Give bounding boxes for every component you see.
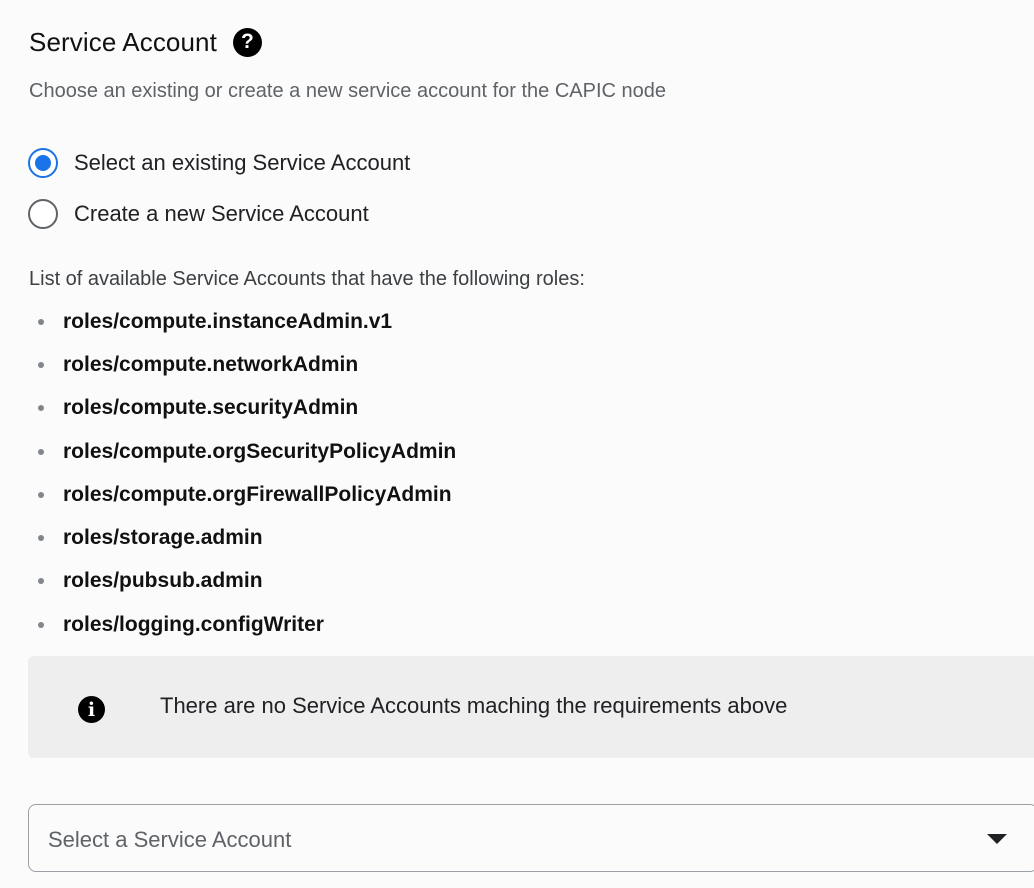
- role-name: roles/compute.networkAdmin: [63, 352, 359, 376]
- bullet-icon: [38, 491, 44, 498]
- bullet-icon: [38, 318, 44, 325]
- service-account-page: Service Account ? Choose an existing or …: [0, 0, 1034, 888]
- list-item: roles/compute.instanceAdmin.v1: [29, 300, 456, 343]
- list-item: roles/compute.orgSecurityPolicyAdmin: [29, 430, 456, 473]
- roles-intro: List of available Service Accounts that …: [29, 268, 585, 290]
- page-title: Service Account: [29, 26, 217, 57]
- list-item: roles/storage.admin: [29, 516, 456, 559]
- role-name: roles/compute.orgSecurityPolicyAdmin: [63, 439, 457, 463]
- roles-list: roles/compute.instanceAdmin.v1 roles/com…: [29, 300, 456, 646]
- bullet-icon: [38, 535, 44, 542]
- bullet-icon: [38, 621, 44, 628]
- radio-label-existing: Select an existing Service Account: [74, 150, 411, 175]
- service-account-select[interactable]: Select a Service Account: [28, 804, 1034, 872]
- bullet-icon: [38, 405, 44, 412]
- bullet-icon: [38, 361, 44, 368]
- role-name: roles/compute.orgFirewallPolicyAdmin: [63, 482, 452, 506]
- list-item: roles/compute.networkAdmin: [29, 343, 456, 386]
- role-name: roles/compute.securityAdmin: [63, 396, 359, 420]
- radio-label-new: Create a new Service Account: [74, 201, 369, 226]
- list-item: roles/compute.securityAdmin: [29, 387, 456, 430]
- radio-create-new[interactable]: Create a new Service Account: [28, 199, 369, 229]
- role-name: roles/pubsub.admin: [63, 569, 263, 593]
- role-name: roles/logging.configWriter: [63, 612, 324, 636]
- list-item: roles/pubsub.admin: [29, 560, 456, 603]
- list-item: roles/compute.orgFirewallPolicyAdmin: [29, 473, 456, 516]
- radio-button-existing[interactable]: [28, 148, 58, 178]
- radio-button-new[interactable]: [28, 199, 58, 229]
- list-item: roles/logging.configWriter: [29, 603, 456, 646]
- role-name: roles/compute.instanceAdmin.v1: [63, 309, 393, 333]
- info-message: There are no Service Accounts maching th…: [160, 693, 788, 718]
- info-banner: i There are no Service Accounts maching …: [28, 656, 1034, 758]
- select-placeholder: Select a Service Account: [48, 827, 292, 852]
- bullet-icon: [38, 448, 44, 455]
- title-row: Service Account ?: [29, 24, 262, 60]
- role-name: roles/storage.admin: [63, 526, 263, 550]
- question-circle-icon[interactable]: ?: [232, 27, 262, 57]
- radio-select-existing[interactable]: Select an existing Service Account: [28, 148, 410, 178]
- info-icon: i: [78, 696, 105, 723]
- page-subtitle: Choose an existing or create a new servi…: [29, 80, 667, 102]
- caret-down-icon[interactable]: [987, 834, 1007, 844]
- bullet-icon: [38, 578, 44, 585]
